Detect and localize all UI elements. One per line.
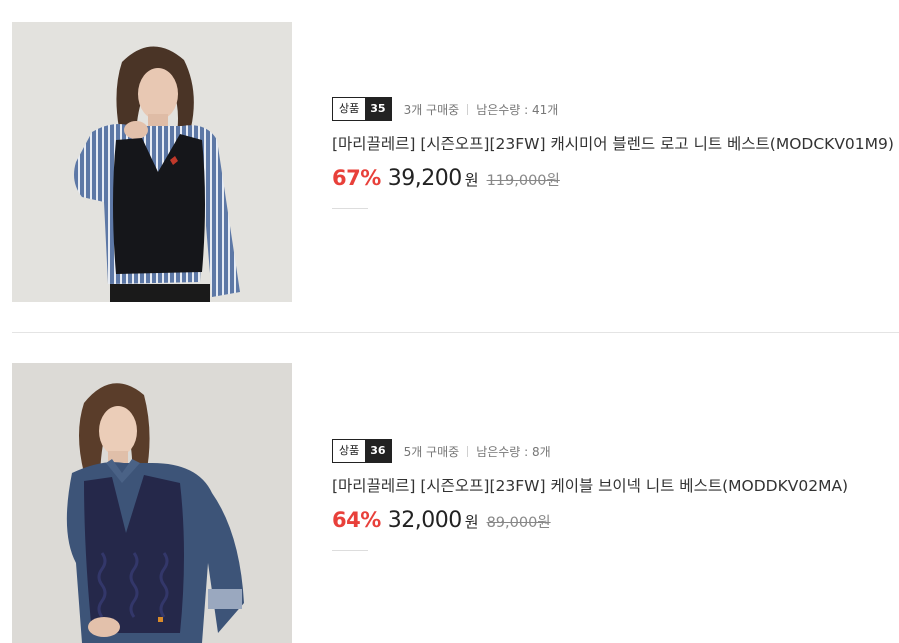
- badge-number: 35: [365, 98, 391, 120]
- buying-count: 5개 구매중: [403, 444, 460, 459]
- product-list: 상품 35 3개 구매중 남은수량 : 41개 [마리끌레르] [시즌오프][2…: [0, 0, 899, 643]
- sale-price: 39,200: [387, 166, 462, 191]
- price-row: 64% 32,000 원 89,000원: [332, 508, 899, 533]
- product-title[interactable]: [마리끌레르] [시즌오프][23FW] 케이블 브이넥 니트 베스트(MODD…: [332, 475, 899, 497]
- short-divider: [332, 550, 368, 551]
- meta-separator: [467, 445, 469, 457]
- product-info: 상품 35 3개 구매중 남은수량 : 41개 [마리끌레르] [시즌오프][2…: [332, 96, 899, 209]
- product-item: 상품 36 5개 구매중 남은수량 : 8개 [마리끌레르] [시즌오프][23…: [0, 333, 899, 643]
- remaining-stock: 남은수량 : 41개: [476, 102, 559, 117]
- product-info: 상품 36 5개 구매중 남은수량 : 8개 [마리끌레르] [시즌오프][23…: [332, 438, 899, 551]
- product-meta: 상품 36 5개 구매중 남은수량 : 8개: [332, 438, 899, 464]
- badge-number: 36: [365, 440, 391, 462]
- meta-separator: [467, 103, 469, 115]
- product-image[interactable]: [12, 22, 292, 302]
- product-badge: 상품 36: [332, 439, 392, 463]
- price-row: 67% 39,200 원 119,000원: [332, 166, 899, 191]
- badge-label: 상품: [333, 98, 366, 120]
- product-badge: 상품 35: [332, 97, 392, 121]
- product-item: 상품 35 3개 구매중 남은수량 : 41개 [마리끌레르] [시즌오프][2…: [0, 0, 899, 332]
- short-divider: [332, 208, 368, 209]
- original-price: 119,000원: [486, 173, 560, 189]
- discount-rate: 67%: [332, 166, 381, 190]
- product-title[interactable]: [마리끌레르] [시즌오프][23FW] 캐시미어 블렌드 로고 니트 베스트(…: [332, 133, 899, 155]
- model-striped-shirt-black-vest-image: [12, 22, 292, 302]
- product-image[interactable]: [12, 363, 292, 643]
- remaining-stock: 남은수량 : 8개: [476, 444, 551, 459]
- buying-count: 3개 구매중: [403, 102, 460, 117]
- badge-label: 상품: [333, 440, 366, 462]
- model-denim-shirt-navy-vest-image: [12, 363, 292, 643]
- currency-unit: 원: [464, 171, 479, 189]
- product-meta: 상품 35 3개 구매중 남은수량 : 41개: [332, 96, 899, 122]
- sale-price: 32,000: [387, 508, 462, 533]
- original-price: 89,000원: [486, 515, 551, 531]
- currency-unit: 원: [464, 513, 479, 531]
- discount-rate: 64%: [332, 508, 381, 532]
